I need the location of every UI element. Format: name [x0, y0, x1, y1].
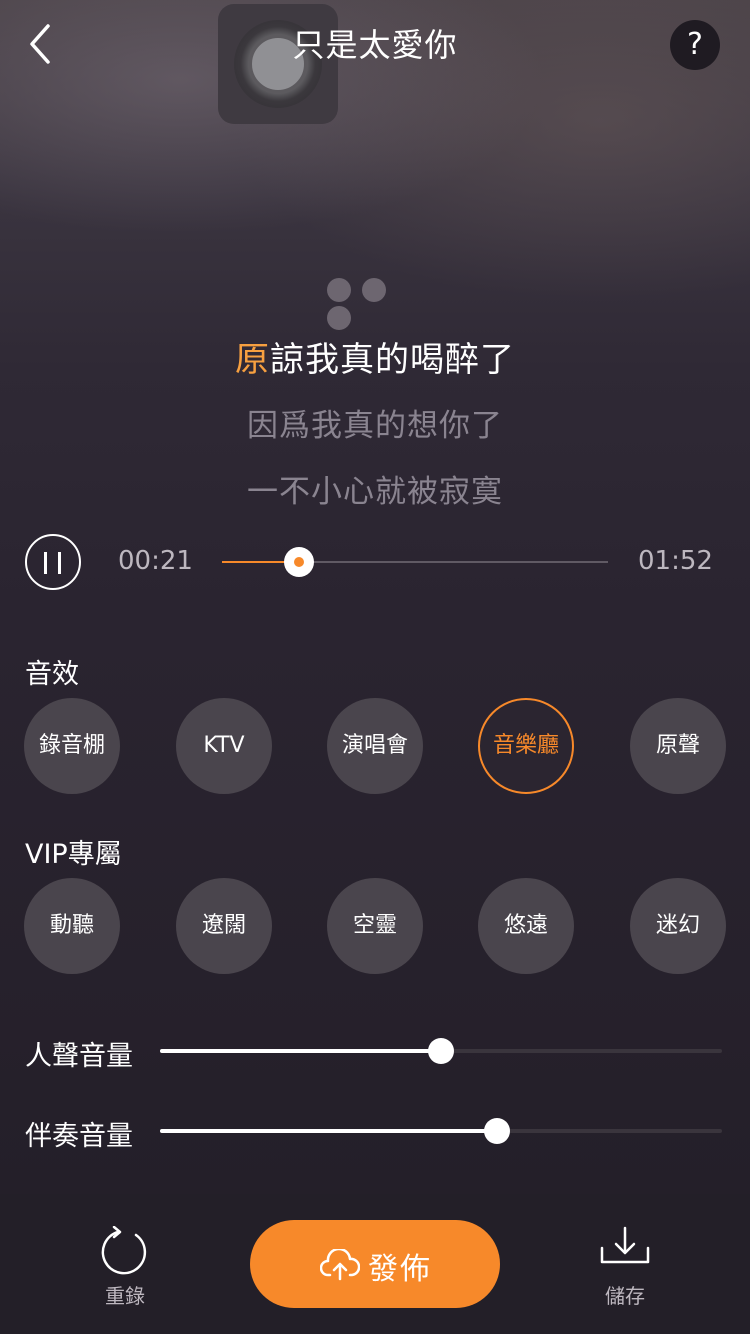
vip-effect-button[interactable]: 迷幻: [630, 878, 726, 974]
progress-bar[interactable]: [222, 547, 608, 577]
accompaniment-volume-fill: [160, 1129, 498, 1133]
lyric-sung-part: 原: [235, 340, 270, 380]
pause-icon-bar-right: [58, 552, 61, 574]
help-button[interactable]: ?: [670, 20, 720, 70]
vip-effect-button[interactable]: 悠遠: [478, 878, 574, 974]
download-icon: [600, 1226, 650, 1264]
vocal-volume-slider[interactable]: [160, 1038, 722, 1064]
publish-label: 發佈: [368, 1252, 432, 1287]
dot-icon: [362, 278, 386, 302]
lyric-current-line: 原諒我真的喝醉了: [0, 332, 750, 381]
effect-ktv-button[interactable]: KTV: [176, 698, 272, 794]
dot-icon: [327, 278, 351, 302]
vip-effect-button[interactable]: 空靈: [327, 878, 423, 974]
effect-original-button[interactable]: 原聲: [630, 698, 726, 794]
song-title: 只是太愛你: [292, 26, 458, 64]
save-button[interactable]: 儲存: [580, 1226, 670, 1316]
effects-row: 錄音棚 KTV 演唱會 音樂廳 原聲: [0, 698, 750, 794]
effect-studio-button[interactable]: 錄音棚: [24, 698, 120, 794]
player-background: [0, 0, 750, 614]
progress-thumb[interactable]: [284, 547, 315, 577]
lyric-next-line-2: 一不小心就被寂寞: [247, 474, 503, 510]
rerecord-label: 重錄: [105, 1284, 145, 1308]
current-time: 00:21: [118, 546, 193, 576]
total-time: 01:52: [638, 546, 713, 576]
pause-icon-bar-left: [44, 552, 47, 574]
cloud-upload-icon: [320, 1249, 360, 1281]
accompaniment-volume-thumb[interactable]: [484, 1118, 511, 1144]
vocal-volume-fill: [160, 1049, 441, 1053]
vip-effect-button[interactable]: 動聽: [24, 878, 120, 974]
vip-effects-row: 動聽 遼闊 空靈 悠遠 迷幻: [0, 878, 750, 974]
accompaniment-volume-label: 伴奏音量: [25, 1121, 133, 1152]
vocal-volume-thumb[interactable]: [428, 1038, 454, 1064]
pause-button[interactable]: [25, 534, 81, 590]
rerecord-button[interactable]: 重錄: [80, 1226, 170, 1316]
countdown-dots: [327, 278, 427, 330]
accompaniment-volume-slider[interactable]: [160, 1118, 722, 1144]
lyric-next-line: 因爲我真的想你了: [247, 408, 503, 444]
save-label: 儲存: [605, 1284, 645, 1308]
refresh-icon: [101, 1226, 147, 1275]
vocal-volume-label: 人聲音量: [25, 1041, 133, 1072]
effects-section-title: 音效: [25, 659, 79, 690]
vip-section-title: VIP專屬: [25, 839, 122, 870]
dot-icon: [327, 306, 351, 330]
lyric-unsung-part: 諒我真的喝醉了: [270, 340, 515, 380]
publish-button[interactable]: 發佈: [250, 1220, 500, 1308]
effect-concert-hall-button[interactable]: 音樂廳: [478, 698, 574, 794]
effect-concert-button[interactable]: 演唱會: [327, 698, 423, 794]
vip-effect-button[interactable]: 遼闊: [176, 878, 272, 974]
